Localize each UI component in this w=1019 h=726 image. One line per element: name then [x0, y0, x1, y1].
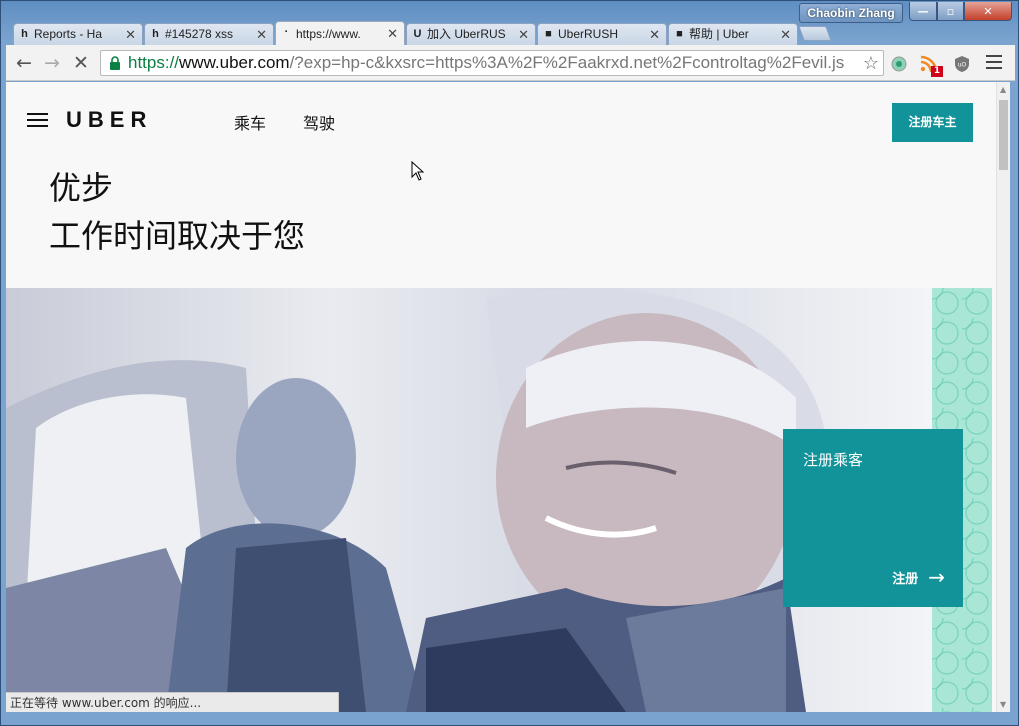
tab-uber-active[interactable]: · https://www. ✕	[275, 21, 405, 45]
tab-label: 加入 UberRUS	[427, 27, 506, 41]
uber-icon: U	[413, 28, 422, 40]
stop-loading-icon[interactable]: ✕	[70, 52, 92, 74]
profile-badge[interactable]: Chaobin Zhang	[799, 3, 903, 23]
loading-icon: ·	[284, 26, 289, 38]
scroll-down-icon[interactable]: ▼	[1000, 700, 1006, 709]
rss-count-badge: 1	[931, 66, 943, 77]
tab-label: Reports - Ha	[34, 27, 103, 41]
nav-drive[interactable]: 驾驶	[303, 110, 335, 134]
minimize-button[interactable]: —	[909, 2, 937, 21]
tab-reports[interactable]: h Reports - Ha ✕	[13, 23, 143, 45]
forward-arrow-icon[interactable]: →	[41, 52, 63, 74]
lock-icon	[110, 56, 120, 70]
tab-strip: h Reports - Ha ✕ h #145278 xss ✕ · https…	[13, 21, 833, 45]
new-tab-button[interactable]	[798, 26, 832, 41]
uber-logo[interactable]: UBER	[66, 107, 152, 133]
mouse-cursor-icon	[411, 161, 425, 181]
tab-uberrush[interactable]: ■ UberRUSH ✕	[537, 23, 667, 45]
back-arrow-icon[interactable]: ←	[13, 52, 35, 74]
url-scheme: https://	[128, 53, 180, 72]
scroll-up-icon[interactable]: ▲	[1000, 85, 1006, 94]
close-window-button[interactable]: ✕	[964, 2, 1012, 21]
hero-banner: 注册乘客 注册 →	[6, 288, 992, 712]
hamburger-menu-icon[interactable]	[27, 113, 48, 129]
window-controls: — ▫ ✕	[909, 2, 1015, 22]
browser-window: Chaobin Zhang — ▫ ✕ h Reports - Ha ✕ h #…	[0, 0, 1019, 726]
close-tab-icon[interactable]: ✕	[387, 22, 398, 45]
url-text[interactable]: https://www.uber.com/?exp=hp-c&kxsrc=htt…	[128, 51, 844, 75]
scroll-thumb[interactable]	[999, 100, 1008, 170]
svg-text:uO: uO	[958, 62, 967, 69]
close-tab-icon[interactable]: ✕	[780, 24, 791, 45]
tab-label: 帮助 | Uber	[689, 27, 749, 41]
url-host: www.uber.com	[179, 53, 290, 72]
tab-label: #145278 xss	[165, 27, 234, 41]
page-headline: 优步 工作时间取决于您	[49, 164, 305, 260]
bookmark-star-icon[interactable]: ☆	[860, 51, 879, 75]
extension-globe-icon[interactable]	[889, 54, 909, 74]
card-title: 注册乘客	[803, 451, 864, 469]
signup-rider-button[interactable]: 注册 →	[892, 565, 945, 589]
uber-square-icon: ■	[545, 28, 552, 40]
headline-line-1: 优步	[49, 169, 114, 207]
tab-join-uberrush[interactable]: U 加入 UberRUS ✕	[406, 23, 536, 45]
signup-label: 注册	[892, 571, 919, 587]
nav-ride[interactable]: 乘车	[234, 110, 266, 134]
chrome-menu-icon[interactable]	[986, 55, 1002, 71]
tab-label: https://www.	[296, 27, 361, 41]
close-tab-icon[interactable]: ✕	[256, 24, 267, 45]
signup-rider-card[interactable]: 注册乘客 注册 →	[783, 429, 963, 607]
address-bar[interactable]: https://www.uber.com/?exp=hp-c&kxsrc=htt…	[100, 50, 884, 76]
close-tab-icon[interactable]: ✕	[125, 24, 136, 45]
page-viewport: UBER 乘车 驾驶 注册车主 优步 工作时间取决于您 注册乘客 注册 →	[6, 82, 996, 712]
headline-line-2: 工作时间取决于您	[49, 217, 306, 255]
tab-label: UberRUSH	[558, 27, 619, 41]
ublock-shield-icon[interactable]: uO	[952, 54, 972, 74]
vertical-scrollbar[interactable]: ▲ ▼	[996, 82, 1010, 712]
hackerone-icon: h	[152, 28, 159, 40]
hackerone-icon: h	[21, 28, 28, 40]
browser-toolbar: ← → ✕ https://www.uber.com/?exp=hp-c&kxs…	[6, 45, 1015, 81]
arrow-right-icon: →	[928, 565, 945, 589]
tab-uber-help[interactable]: ■ 帮助 | Uber ✕	[668, 23, 798, 45]
close-tab-icon[interactable]: ✕	[518, 24, 529, 45]
url-path: /?exp=hp-c&kxsrc=https%3A%2F%2Faakrxd.ne…	[289, 53, 845, 72]
close-tab-icon[interactable]: ✕	[649, 24, 660, 45]
maximize-button[interactable]: ▫	[937, 2, 964, 21]
signup-driver-button[interactable]: 注册车主	[892, 103, 973, 142]
status-bar: 正在等待 www.uber.com 的响应...	[6, 692, 339, 712]
tab-report-145278[interactable]: h #145278 xss ✕	[144, 23, 274, 45]
uber-square-icon: ■	[676, 28, 683, 40]
